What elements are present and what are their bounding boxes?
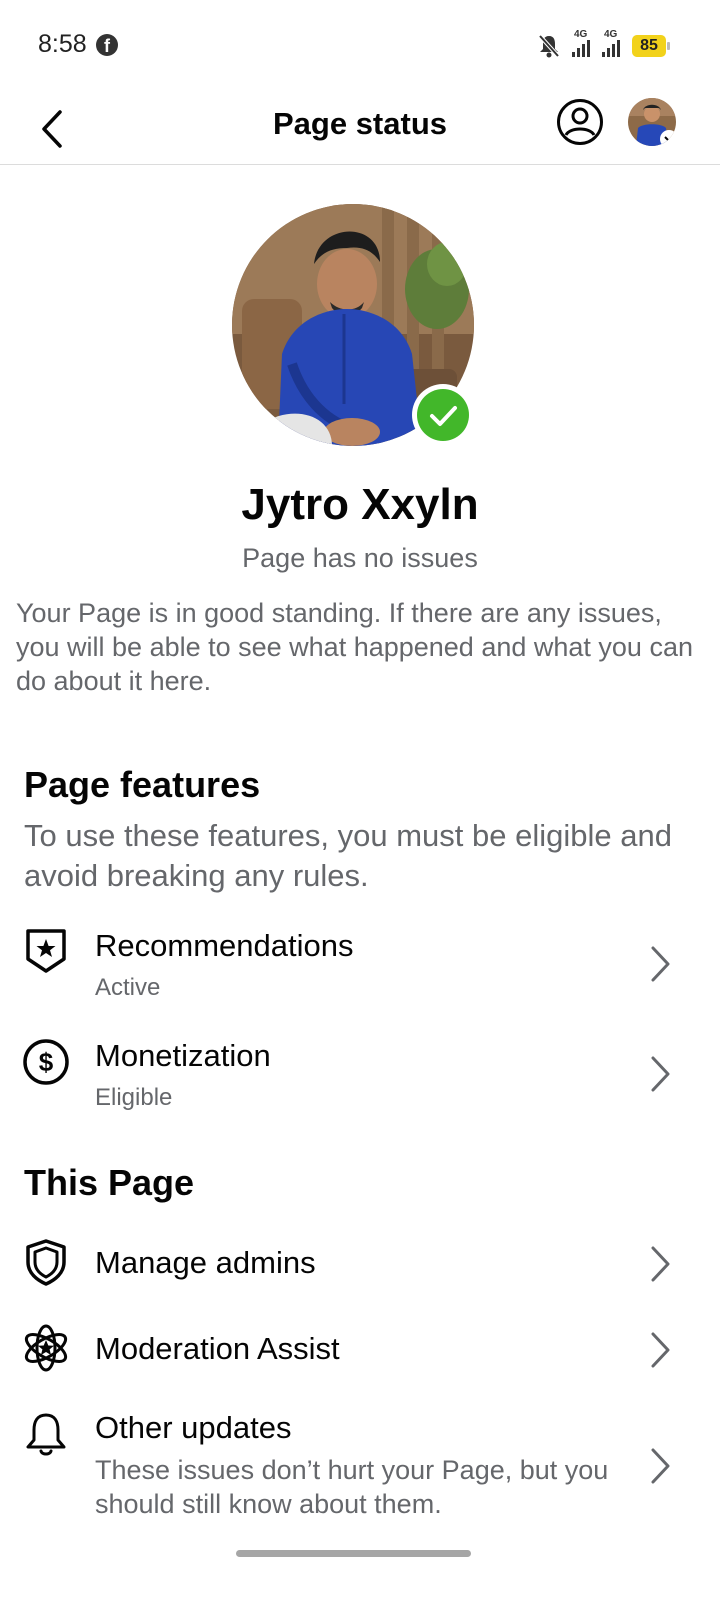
shield-icon: [26, 1239, 66, 1286]
feature-status: Active: [95, 974, 161, 1001]
svg-text:$: $: [39, 1047, 54, 1077]
chevron-right-icon: [651, 1056, 670, 1092]
status-icons: 4G 4G 85: [538, 29, 670, 60]
feature-label: Recommendations: [95, 928, 354, 963]
row-label: Manage admins: [95, 1245, 316, 1280]
notifications-muted-icon: [538, 34, 560, 58]
feature-row-recommendations[interactable]: Recommendations Active: [0, 920, 720, 1012]
bell-icon: [26, 1413, 66, 1456]
page-status-text: Page has no issues: [242, 543, 478, 573]
dollar-icon: $: [23, 1039, 69, 1085]
facebook-icon: f: [96, 34, 118, 56]
row-label: Moderation Assist: [95, 1331, 340, 1366]
standing-description: Your Page is in good standing. If there …: [16, 598, 693, 696]
status-bar: 8:58 f 4G 4G 85: [0, 0, 720, 92]
home-indicator[interactable]: [236, 1550, 471, 1557]
chevron-right-icon: [651, 946, 670, 982]
page-features-description: To use these features, you must be eligi…: [24, 818, 672, 893]
chevron-right-icon: [651, 1448, 670, 1484]
this-page-heading: This Page: [24, 1162, 195, 1203]
row-label: Other updates: [95, 1410, 292, 1445]
profile-button[interactable]: [556, 98, 604, 146]
feature-label: Monetization: [95, 1038, 271, 1073]
recommendation-badge-icon: [26, 929, 66, 973]
page-features-heading: Page features: [24, 764, 261, 805]
status-time: 8:58: [38, 30, 87, 58]
signal-icon: 4G: [602, 29, 620, 57]
row-manage-admins[interactable]: Manage admins: [0, 1232, 720, 1296]
profile-icon: [557, 99, 603, 145]
chevron-right-icon: [651, 1246, 670, 1282]
chevron-right-icon: [651, 1332, 670, 1368]
battery-icon: 85: [632, 35, 670, 57]
page-name: Jytro Xxyln: [241, 480, 479, 529]
account-switcher-avatar[interactable]: [628, 98, 676, 146]
atom-star-icon: [24, 1324, 68, 1372]
page-title: Page status: [272, 106, 447, 141]
chevron-down-icon: [660, 130, 676, 146]
row-description: These issues don’t hurt your Page, but y…: [95, 1455, 609, 1519]
top-navigation: Page status: [0, 92, 720, 165]
verified-check-icon: [412, 384, 474, 446]
row-other-updates[interactable]: Other updates These issues don’t hurt yo…: [0, 1404, 720, 1528]
feature-status: Eligible: [95, 1084, 173, 1111]
row-moderation-assist[interactable]: Moderation Assist: [0, 1318, 720, 1382]
signal-icon: 4G: [572, 29, 590, 57]
feature-row-monetization[interactable]: $ Monetization Eligible: [0, 1030, 720, 1122]
